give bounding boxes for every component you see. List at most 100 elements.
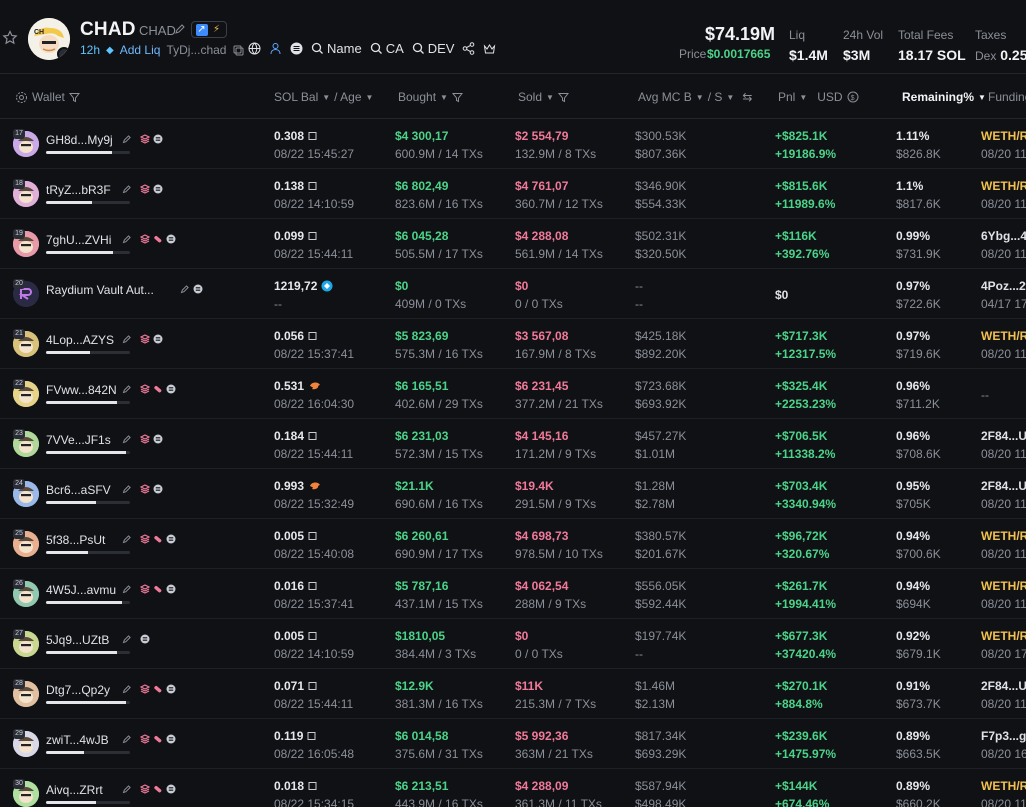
token-avatar[interactable]: CH [28, 18, 70, 60]
wallet-avatar[interactable]: 17 [13, 129, 39, 157]
gear-icon[interactable] [15, 91, 28, 104]
edit-icon[interactable] [174, 23, 186, 35]
table-row[interactable]: 20 Raydium Vault Aut... 1219,72 -- $0 409M / … [0, 269, 1026, 319]
funding-source[interactable]: WETH/R [981, 529, 1026, 543]
funding-source[interactable]: WETH/R [981, 629, 1026, 643]
wallet-avatar[interactable]: 25 [13, 529, 39, 557]
wallet-avatar[interactable]: 21 [13, 329, 39, 357]
funding-source[interactable]: 2F84...Ui [981, 679, 1026, 693]
edit-icon[interactable] [180, 284, 190, 294]
wallet-address[interactable]: 4W5J...avmu [46, 583, 116, 597]
wallet-avatar[interactable]: 27 [13, 629, 39, 657]
user-icon[interactable] [269, 42, 282, 55]
swap-icon[interactable]: ⇆ [742, 90, 752, 104]
table-row[interactable]: 18 tRyZ...bR3F 0.138 08/22 14:10:59 $6 802,4… [0, 169, 1026, 219]
add-liq-link[interactable]: Add Liq [120, 43, 161, 57]
wallet-address[interactable]: 5f38...PsUt [46, 533, 105, 547]
edit-icon[interactable] [122, 534, 132, 544]
funding-source[interactable]: 4Poz...2w [981, 279, 1026, 293]
table-row[interactable]: 27 5Jq9...UZtB 0.005 08/22 14:10:59 $1810,05… [0, 619, 1026, 669]
table-row[interactable]: 17 GH8d...My9j 0.308 08/22 15:45:27 $4 300,1… [0, 119, 1026, 169]
star-icon[interactable] [2, 30, 18, 46]
table-row[interactable]: 23 7VVe...JF1s 0.184 08/22 15:44:11 $6 231,0… [0, 419, 1026, 469]
col-sol-bal[interactable]: SOL Bal ▼ / Age ▼ [274, 90, 373, 104]
col-funding[interactable]: Funding [988, 90, 1026, 104]
wallet-avatar[interactable]: 19 [13, 229, 39, 257]
col-usd-label[interactable]: USD [817, 90, 842, 104]
wallet-address[interactable]: GH8d...My9j [46, 133, 113, 147]
table-row[interactable]: 29 zwiT...4wJB 0.119 08/22 16:05:48 $6 014,5… [0, 719, 1026, 769]
menu-circle-icon[interactable] [290, 42, 303, 55]
wallet-address[interactable]: zwiT...4wJB [46, 733, 109, 747]
edit-icon[interactable] [122, 634, 132, 644]
table-row[interactable]: 21 4Lop...AZYS 0.056 08/22 15:37:41 $5 823,6… [0, 319, 1026, 369]
wallet-avatar[interactable]: 26 [13, 579, 39, 607]
funding-source[interactable]: WETH/R [981, 129, 1026, 143]
funding-source[interactable]: WETH/R [981, 579, 1026, 593]
col-remaining[interactable]: Remaining% ▼ [902, 90, 986, 104]
table-row[interactable]: 28 Dtg7...Qp2y 0.071 08/22 15:44:11 $12.9K 38… [0, 669, 1026, 719]
filter-icon[interactable] [68, 92, 80, 103]
table-row[interactable]: 30 Aivq...ZRrt 0.018 08/22 15:34:15 $6 213,5… [0, 769, 1026, 807]
edit-icon[interactable] [122, 434, 132, 444]
edit-icon[interactable] [122, 184, 132, 194]
funding-source[interactable]: 6Ybg...4X [981, 229, 1026, 243]
filter-icon[interactable] [557, 92, 569, 103]
funding-source[interactable]: F7p3...gr [981, 729, 1026, 743]
edit-icon[interactable] [122, 684, 132, 694]
search-ca-link[interactable]: CA [370, 41, 404, 56]
col-pnl[interactable]: Pnl ▼ USD $ [778, 90, 859, 104]
wallet-avatar[interactable]: 20 [13, 279, 39, 307]
edit-icon[interactable] [122, 484, 132, 494]
wallet-address[interactable]: Raydium Vault Aut... [46, 283, 154, 297]
wallet-avatar[interactable]: 23 [13, 429, 39, 457]
wallet-avatar[interactable]: 24 [13, 479, 39, 507]
wallet-address[interactable]: Bcr6...aSFV [46, 483, 111, 497]
table-row[interactable]: 22 FVww...842N 0.531 08/22 16:04:30 $6 165,5… [0, 369, 1026, 419]
funding-source[interactable]: WETH/R [981, 779, 1026, 793]
lightning-icon[interactable]: ⚡ [211, 24, 223, 36]
edit-icon[interactable] [122, 334, 132, 344]
edit-icon[interactable] [122, 584, 132, 594]
search-dev-link[interactable]: DEV [412, 41, 454, 56]
globe-icon[interactable] [248, 42, 261, 55]
wallet-address[interactable]: 7ghU...ZVHi [46, 233, 111, 247]
filter-icon[interactable] [451, 92, 463, 103]
copy-icon[interactable] [232, 44, 245, 57]
col-avg-mc[interactable]: Avg MC B ▼ / S ▼ ⇆ [638, 90, 752, 104]
wallet-address[interactable]: 4Lop...AZYS [46, 333, 114, 347]
edit-icon[interactable] [122, 234, 132, 244]
wallet-avatar[interactable]: 18 [13, 179, 39, 207]
dollar-circle-icon[interactable]: $ [847, 91, 859, 103]
funding-source[interactable]: -- [981, 388, 989, 402]
col-bought[interactable]: Bought ▼ [398, 90, 463, 104]
edit-icon[interactable] [122, 734, 132, 744]
wallet-address[interactable]: Dtg7...Qp2y [46, 683, 110, 697]
wallet-address[interactable]: 7VVe...JF1s [46, 433, 111, 447]
funding-source[interactable]: WETH/R [981, 329, 1026, 343]
search-name-link[interactable]: Name [311, 41, 362, 56]
contract-address[interactable]: TyDj...chad [166, 43, 226, 57]
wallet-address[interactable]: 5Jq9...UZtB [46, 633, 109, 647]
funding-source[interactable]: WETH/R [981, 179, 1026, 193]
edit-icon[interactable] [122, 134, 132, 144]
table-row[interactable]: 25 5f38...PsUt 0.005 08/22 15:40:08 $6 260,6… [0, 519, 1026, 569]
edit-icon[interactable] [122, 784, 132, 794]
table-row[interactable]: 24 Bcr6...aSFV 0.993 08/22 15:32:49 $21.1K 69… [0, 469, 1026, 519]
wallet-avatar[interactable]: 29 [13, 729, 39, 757]
wallet-address[interactable]: tRyZ...bR3F [46, 183, 111, 197]
chart-badge-icon[interactable]: ↗ [195, 23, 208, 36]
crown-icon[interactable] [483, 42, 496, 55]
wallet-avatar[interactable]: 28 [13, 679, 39, 707]
wallet-address[interactable]: Aivq...ZRrt [46, 783, 103, 797]
table-row[interactable]: 26 4W5J...avmu 0.016 08/22 15:37:41 $5 787,1… [0, 569, 1026, 619]
share-icon[interactable] [462, 42, 475, 55]
wallet-avatar[interactable]: 30 [13, 779, 39, 807]
wallet-address[interactable]: FVww...842N [46, 383, 117, 397]
edit-icon[interactable] [122, 384, 132, 394]
wallet-avatar[interactable]: 22 [13, 379, 39, 407]
table-row[interactable]: 19 7ghU...ZVHi 0.099 08/22 15:44:11 $6 045,2… [0, 219, 1026, 269]
funding-source[interactable]: 2F84...Ui [981, 429, 1026, 443]
funding-source[interactable]: 2F84...Ui [981, 479, 1026, 493]
col-wallet[interactable]: Wallet [15, 90, 80, 104]
